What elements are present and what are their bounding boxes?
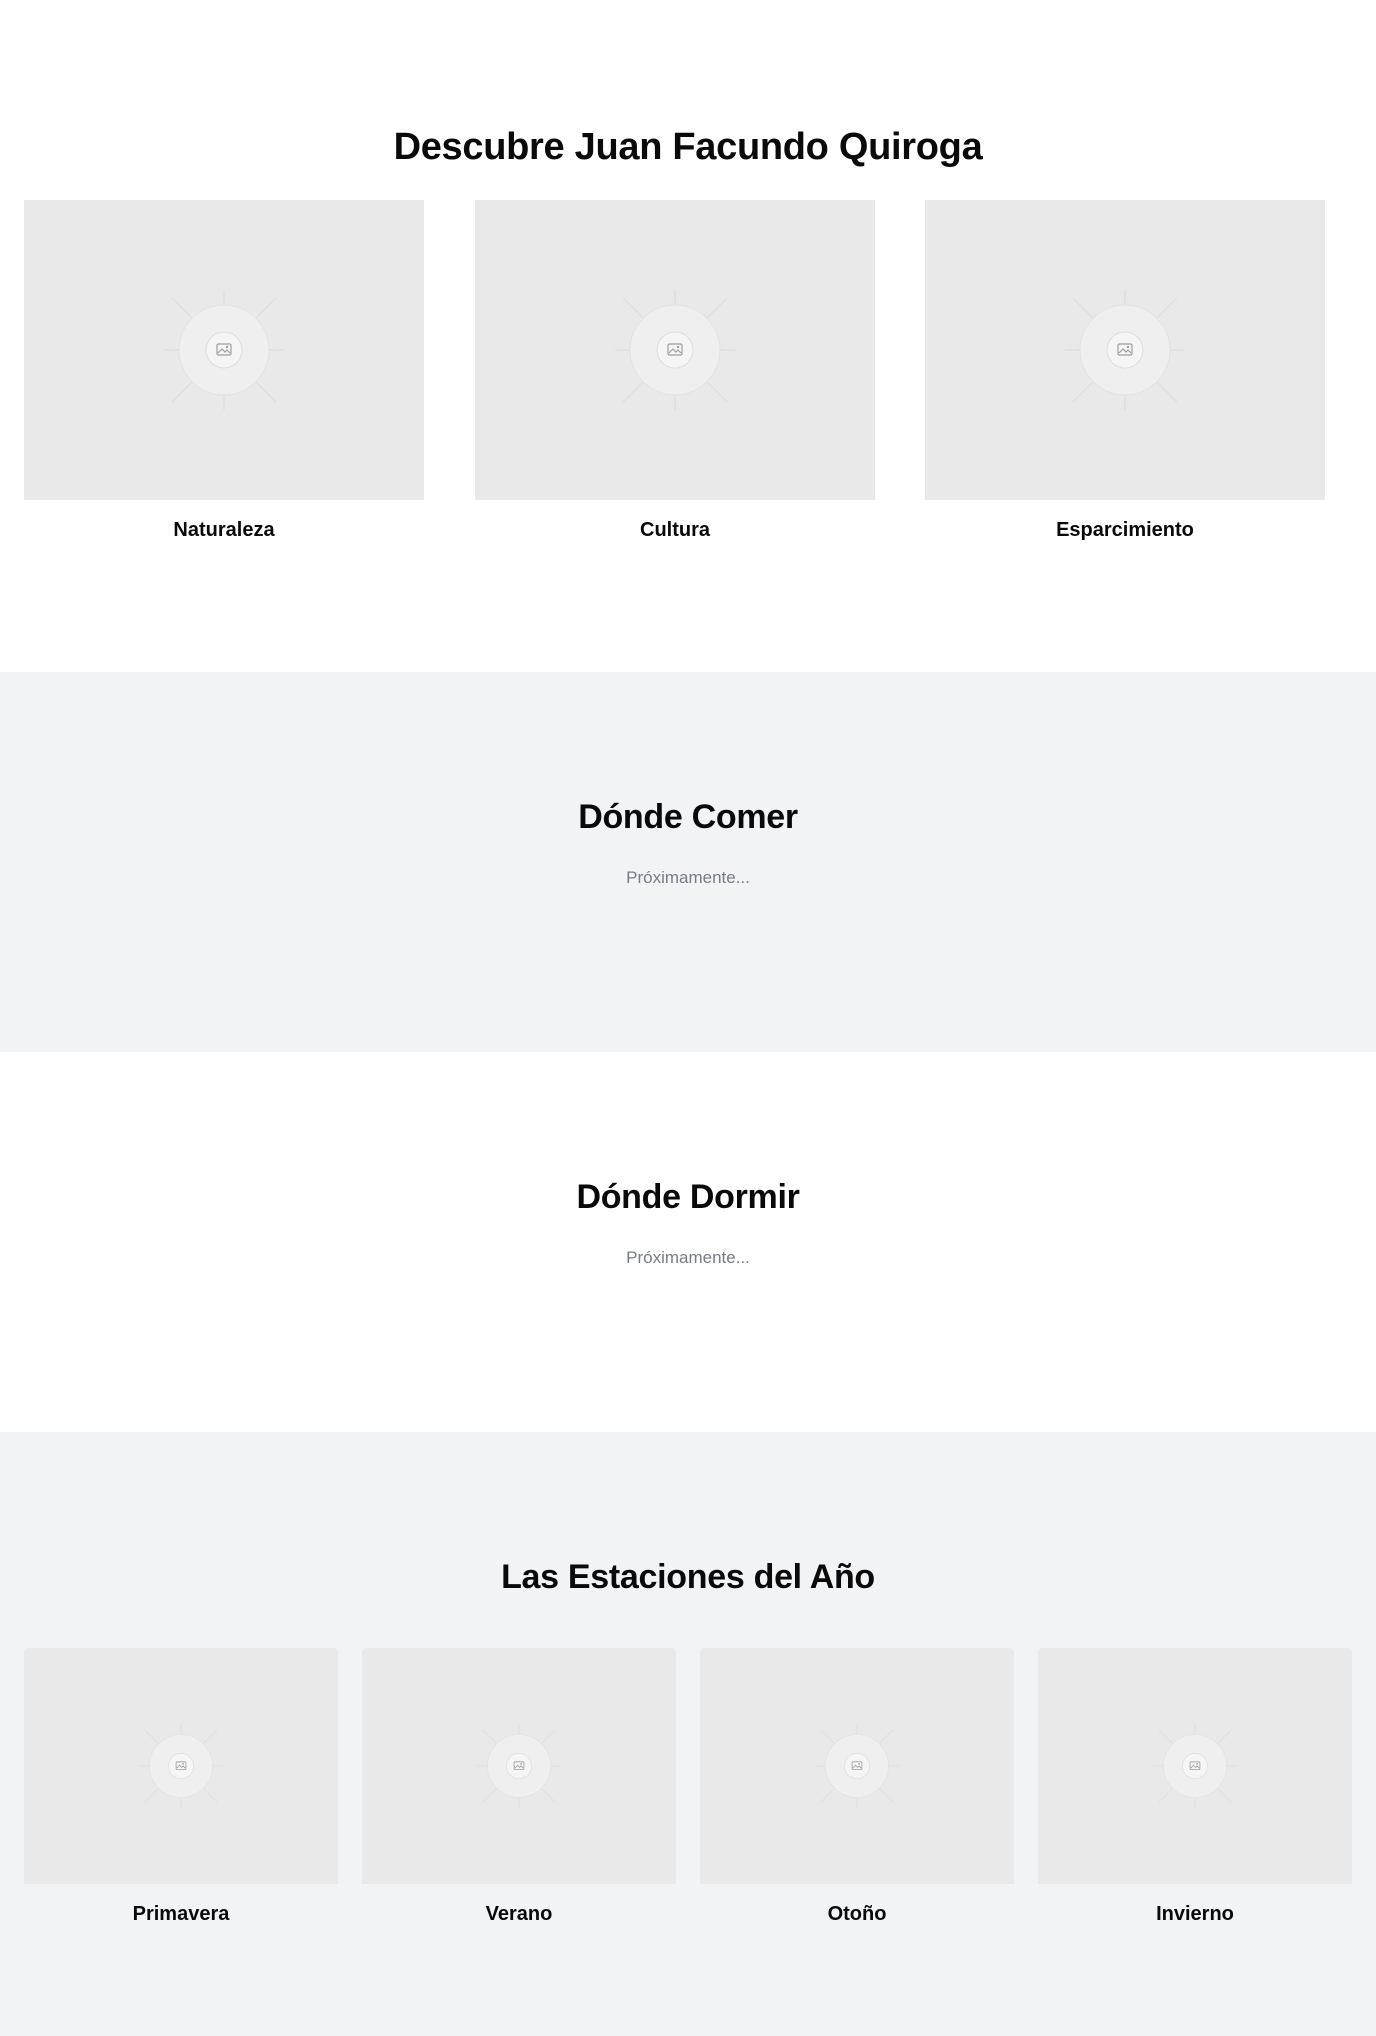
card-label: Otoño	[827, 1903, 887, 1925]
discover-section: Descubre Juan Facundo Quiroga Naturaleza	[0, 0, 1376, 672]
image-placeholder-icon	[139, 1724, 223, 1808]
discover-card-esparcimiento[interactable]: Esparcimiento	[925, 200, 1325, 560]
card-image-placeholder	[24, 200, 424, 500]
card-label: Invierno	[1156, 1903, 1234, 1925]
coming-soon-text: Próximamente...	[626, 1248, 750, 1267]
discover-card-cultura[interactable]: Cultura	[475, 200, 875, 560]
image-placeholder-icon	[815, 1724, 899, 1808]
card-label: Cultura	[640, 519, 710, 541]
image-placeholder-icon	[1153, 1724, 1237, 1808]
season-card-invierno[interactable]: Invierno	[1038, 1648, 1352, 1948]
season-card-otono[interactable]: Otoño	[700, 1648, 1014, 1948]
discover-title: Descubre Juan Facundo Quiroga	[393, 126, 983, 168]
image-placeholder-icon	[477, 1724, 561, 1808]
image-placeholder-icon	[1065, 290, 1185, 410]
seasons-section: Las Estaciones del Año Primavera Verano …	[0, 1432, 1376, 2036]
card-image-placeholder	[475, 200, 875, 500]
discover-card-naturaleza[interactable]: Naturaleza	[24, 200, 424, 560]
card-image-placeholder	[700, 1648, 1014, 1884]
card-image-placeholder	[362, 1648, 676, 1884]
card-image-placeholder	[24, 1648, 338, 1884]
card-image-placeholder	[1038, 1648, 1352, 1884]
card-image-placeholder	[925, 200, 1325, 500]
coming-soon-text: Próximamente...	[626, 868, 750, 887]
seasons-title: Las Estaciones del Año	[501, 1558, 875, 1596]
where-to-eat-section: Dónde Comer Próximamente...	[0, 672, 1376, 1052]
card-label: Primavera	[132, 1903, 230, 1925]
card-label: Verano	[485, 1903, 553, 1925]
card-label: Esparcimiento	[1056, 519, 1194, 541]
where-to-sleep-section: Dónde Dormir Próximamente...	[0, 1052, 1376, 1432]
where-to-sleep-title: Dónde Dormir	[576, 1178, 800, 1216]
season-card-primavera[interactable]: Primavera	[24, 1648, 338, 1948]
where-to-eat-title: Dónde Comer	[578, 798, 798, 836]
image-placeholder-icon	[615, 290, 735, 410]
image-placeholder-icon	[164, 290, 284, 410]
season-card-verano[interactable]: Verano	[362, 1648, 676, 1948]
card-label: Naturaleza	[173, 519, 275, 541]
